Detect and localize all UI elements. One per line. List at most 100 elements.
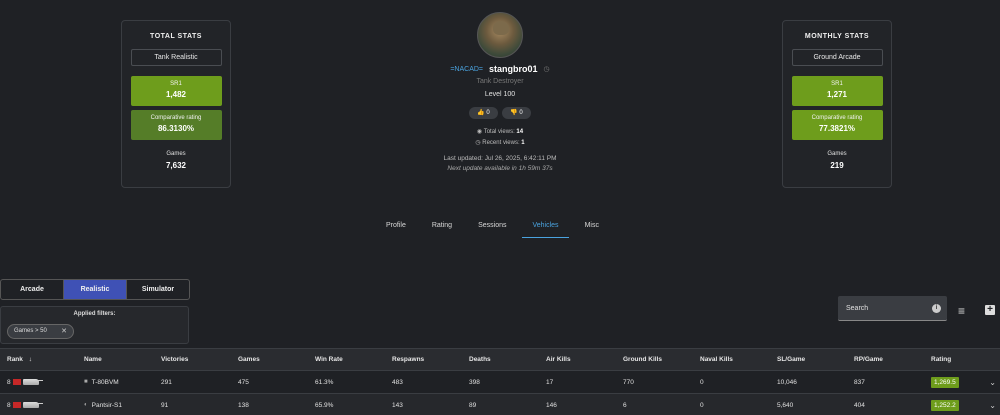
win-rate-cell: 65.9%	[315, 401, 334, 409]
sr1-label: SR1	[170, 81, 182, 87]
monthly-stats-mode: Ground Arcade	[791, 49, 883, 66]
name-row: =NACAD= stangbro01 ◷	[400, 64, 600, 74]
next-update: Next update available in 1h 59m 37s	[447, 165, 553, 172]
total-views: ◉ Total views: 14	[400, 128, 600, 135]
sr1-value: 1,482	[165, 90, 187, 99]
like-count: 0	[486, 110, 490, 116]
recent-views-value: 1	[521, 140, 525, 146]
table-row[interactable]: 8 ■ T-80BVM 291 475 61.3% 483 398 17 770 …	[0, 370, 1000, 393]
add-icon[interactable]: +	[985, 305, 995, 315]
ground-kills-cell: 770	[623, 378, 634, 386]
filter-chip[interactable]: Games > 50 ✕	[7, 324, 74, 339]
ground-kills-cell: 6	[623, 401, 627, 409]
header-rank[interactable]: Rank ↓	[0, 356, 84, 363]
total-views-value: 14	[516, 129, 524, 135]
comparative-value: 77.3821%	[818, 124, 856, 133]
info-icon[interactable]: i	[932, 304, 941, 313]
game-mode-toggle: Arcade Realistic Simulator	[0, 279, 190, 300]
chevron-down-icon[interactable]: ⌄	[989, 401, 996, 410]
search-label: Search	[846, 305, 869, 312]
respawns-cell: 483	[392, 378, 403, 386]
total-stats-mode: Tank Realistic	[130, 49, 222, 66]
filter-icon[interactable]: ≡	[958, 304, 965, 318]
header-rank-label: Rank	[7, 356, 23, 363]
header-name[interactable]: Name	[84, 356, 161, 363]
player-title: Tank Destroyer	[476, 78, 524, 85]
sr1-label: SR1	[831, 81, 843, 87]
monthly-sr1-box: SR1 1,271	[791, 76, 883, 106]
thumbs-up-icon: 👍	[477, 110, 485, 116]
history-icon[interactable]: ◷	[544, 65, 550, 73]
win-rate-cell: 61.3%	[315, 378, 334, 386]
profile-section: =NACAD= stangbro01 ◷ Tank Destroyer Leve…	[400, 12, 600, 172]
mode-simulator[interactable]: Simulator	[127, 280, 189, 299]
header-games[interactable]: Games	[238, 356, 315, 363]
header-rp-game[interactable]: RP/Game	[854, 356, 931, 363]
games-value: 219	[830, 161, 844, 170]
flag-icon	[12, 379, 21, 385]
header-victories[interactable]: Victories	[161, 356, 238, 363]
arrow-down-icon: ↓	[28, 356, 32, 363]
table-row[interactable]: 8 ◐ Pantsir-S1 91 138 65.9% 143 89 146 6 …	[0, 393, 1000, 415]
spaa-type-icon: ◐	[84, 402, 88, 408]
header-air-kills[interactable]: Air Kills	[546, 356, 623, 363]
rank-value: 8	[7, 378, 11, 386]
mode-arcade[interactable]: Arcade	[1, 280, 64, 299]
monthly-stats-card: MONTHLY STATS Ground Arcade SR1 1,271 Co…	[782, 20, 892, 188]
sr1-value: 1,271	[826, 90, 848, 99]
name-cell: ■ T-80BVM	[84, 379, 161, 386]
header-rating[interactable]: Rating	[931, 356, 991, 363]
air-kills-cell: 17	[546, 378, 554, 386]
eye-icon: ◉	[476, 129, 483, 135]
tab-profile[interactable]: Profile	[376, 218, 416, 238]
rating-badge: 1,269.5	[931, 376, 959, 388]
total-sr1-box: SR1 1,482	[130, 76, 222, 106]
header-respawns[interactable]: Respawns	[392, 356, 469, 363]
vehicle-name: Pantsir-S1	[91, 401, 122, 409]
header-ground-kills[interactable]: Ground Kills	[623, 356, 700, 363]
games-label: Games	[827, 151, 847, 157]
games-cell: 138	[238, 401, 249, 409]
close-icon[interactable]: ✕	[61, 325, 67, 338]
chevron-down-icon[interactable]: ⌄	[989, 378, 996, 387]
header-deaths[interactable]: Deaths	[469, 356, 546, 363]
vehicle-icon	[22, 402, 43, 408]
search-input[interactable]: Search i	[838, 296, 947, 321]
clan-tag[interactable]: =NACAD=	[450, 66, 483, 73]
tank-type-icon: ■	[84, 379, 88, 385]
profile-tabs: Profile Rating Sessions Vehicles Misc	[376, 218, 615, 238]
header-naval-kills[interactable]: Naval Kills	[700, 356, 777, 363]
vehicles-table: Rank ↓ Name Victories Games Win Rate Res…	[0, 348, 1000, 415]
mode-realistic[interactable]: Realistic	[64, 280, 127, 299]
deaths-cell: 89	[469, 401, 477, 409]
filter-chip-label: Games > 50	[14, 328, 47, 334]
likes-row: 👍 0 👎 0	[400, 107, 600, 119]
header-win-rate[interactable]: Win Rate	[315, 356, 392, 363]
monthly-stats-title: MONTHLY STATS	[804, 33, 870, 40]
vehicle-icon	[22, 379, 43, 385]
rp-game-cell: 404	[854, 401, 865, 409]
air-kills-cell: 146	[546, 401, 557, 409]
comparative-label: Comparative rating	[811, 115, 863, 121]
comparative-value: 86.3130%	[157, 124, 195, 133]
applied-filters: Applied filters: Games > 50 ✕	[0, 306, 189, 344]
recent-views-label: Recent views:	[482, 140, 520, 146]
total-stats-title: TOTAL STATS	[150, 33, 202, 40]
header-sl-game[interactable]: SL/Game	[777, 356, 854, 363]
naval-kills-cell: 0	[700, 378, 704, 386]
flag-icon	[12, 402, 21, 408]
total-views-label: Total views:	[483, 129, 515, 135]
tab-sessions[interactable]: Sessions	[468, 218, 516, 238]
dislike-button[interactable]: 👎 0	[502, 107, 531, 119]
respawns-cell: 143	[392, 401, 403, 409]
tab-rating[interactable]: Rating	[422, 218, 462, 238]
total-stats-card: TOTAL STATS Tank Realistic SR1 1,482 Com…	[121, 20, 231, 188]
tab-misc[interactable]: Misc	[575, 218, 609, 238]
table-header: Rank ↓ Name Victories Games Win Rate Res…	[0, 348, 1000, 370]
like-button[interactable]: 👍 0	[469, 107, 498, 119]
rank-cell: 8	[0, 379, 84, 386]
monthly-comparative-box: Comparative rating 77.3821%	[791, 110, 883, 140]
filters-title: Applied filters:	[73, 311, 116, 317]
sl-game-cell: 10,046	[777, 378, 797, 386]
tab-vehicles[interactable]: Vehicles	[522, 218, 569, 238]
